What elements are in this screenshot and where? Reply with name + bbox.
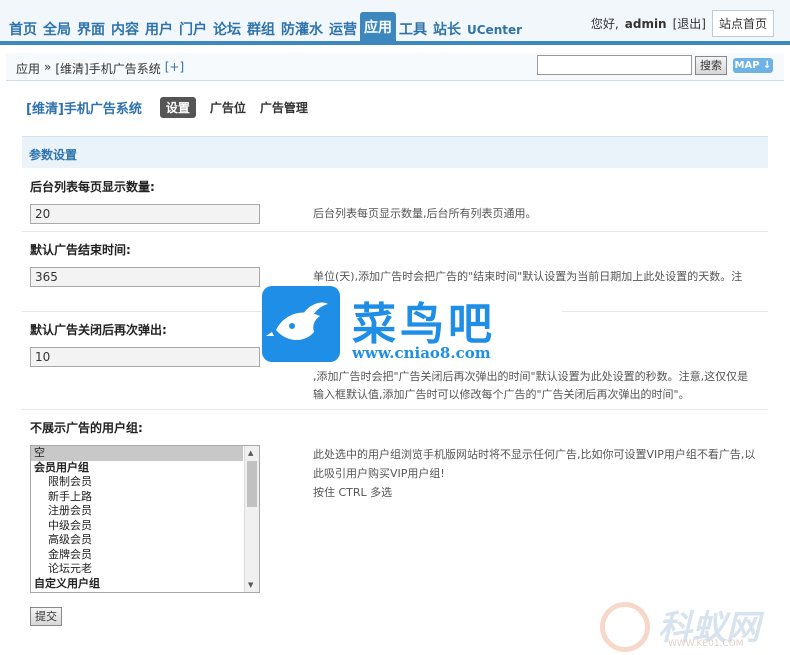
nav-operations[interactable]: 运营 [326, 20, 360, 41]
list-item[interactable]: 会员用户组 [31, 461, 259, 476]
nav-users[interactable]: 用户 [142, 20, 176, 41]
plugin-header: [维清]手机广告系统 设置 广告位 广告管理 [26, 97, 322, 118]
nav-ucenter[interactable]: UCenter [464, 20, 525, 41]
nav-portal[interactable]: 门户 [176, 20, 210, 41]
add-shortcut-link[interactable]: [+] [165, 60, 184, 77]
list-item[interactable]: 金牌会员 [31, 548, 259, 563]
hide-groups-label: 不展示广告的用户组: [30, 421, 143, 435]
hide-groups-desc-line1: 此处选中的用户组浏览手机版网站时将不显示任何广告,比如你可设置VIP用户组不看广… [313, 448, 756, 461]
nav-groups[interactable]: 群组 [244, 20, 278, 41]
breadcrumb: 应用 » [维清]手机广告系统 [+] [16, 60, 184, 77]
breadcrumb-root[interactable]: 应用 [16, 60, 40, 77]
end-time-desc-line1: 单位(天),添加广告时会把广告的"结束时间"默认设置为当前日期加上此处设置的天数… [313, 270, 743, 283]
nav-forum[interactable]: 论坛 [210, 20, 244, 41]
section-title: 参数设置 [29, 148, 78, 162]
main-nav: 首页 全局 界面 内容 用户 门户 论坛 群组 防灌水 运营 应用 工具 站长 … [6, 12, 525, 41]
reopen-desc-line2: 输入框默认值,添加广告时可以修改每个广告的"广告关闭后再次弹出的时间"。 [313, 388, 690, 401]
nav-interface[interactable]: 界面 [74, 20, 108, 41]
hide-groups-desc-line2: 此吸引用户购买VIP用户组! [313, 467, 445, 480]
plugin-title: [维清]手机广告系统 [26, 102, 142, 117]
bird-logo-icon [262, 286, 340, 362]
user-box: 您好, admin [退出] 站点首页 [591, 10, 774, 37]
list-item[interactable]: 自定义用户组 [31, 577, 259, 592]
list-item[interactable]: 限制会员 [31, 475, 259, 490]
nav-apps[interactable]: 应用 [360, 12, 396, 41]
end-time-field[interactable] [30, 267, 260, 287]
nav-webmaster[interactable]: 站长 [430, 20, 464, 41]
tab-ad-slots[interactable]: 广告位 [210, 99, 246, 116]
nav-tools[interactable]: 工具 [396, 20, 430, 41]
per-page-field[interactable] [30, 204, 260, 224]
search-button[interactable]: 搜索 [695, 56, 727, 75]
watermark-circle-icon [600, 602, 650, 652]
scroll-down-icon[interactable]: ▼ [248, 581, 253, 589]
per-page-label: 后台列表每页显示数量: [30, 180, 155, 194]
section-header: 参数设置 [22, 136, 768, 168]
listbox-scrollbar[interactable]: ▲ ▼ [244, 446, 259, 592]
end-time-label: 默认广告结束时间: [30, 243, 131, 257]
site-home-button[interactable]: 站点首页 [711, 10, 774, 37]
user-group-listbox[interactable]: 空 会员用户组 限制会员 新手上路 注册会员 中级会员 高级会员 金牌会员 论坛… [30, 445, 260, 593]
tab-settings[interactable]: 设置 [159, 97, 196, 118]
breadcrumb-bar: 应用 » [维清]手机广告系统 [+] 搜索 MAP ↓ [6, 53, 784, 81]
scroll-up-icon[interactable]: ▲ [248, 449, 253, 457]
search-input[interactable] [537, 55, 692, 75]
reopen-field[interactable] [30, 347, 260, 367]
nav-anti-spam[interactable]: 防灌水 [278, 20, 326, 41]
watermark-url2-text: WWW.KE01.COM [668, 639, 744, 649]
map-button[interactable]: MAP ↓ [733, 58, 773, 73]
nav-home[interactable]: 首页 [6, 20, 40, 41]
greeting-text: 您好, [590, 17, 619, 31]
per-page-desc: 后台列表每页显示数量,后台所有列表页通用。 [313, 207, 537, 220]
hide-groups-desc-line3: 按住 CTRL 多选 [313, 486, 393, 499]
reopen-label: 默认广告关闭后再次弹出: [30, 323, 167, 337]
breadcrumb-separator: » [44, 60, 52, 74]
list-item[interactable]: 论坛元老 [31, 562, 259, 577]
list-item[interactable]: 高级会员 [31, 533, 259, 548]
nav-content[interactable]: 内容 [108, 20, 142, 41]
watermark-url-text: www.cniao8.com [352, 344, 491, 362]
top-nav-bar: 首页 全局 界面 内容 用户 门户 论坛 群组 防灌水 运营 应用 工具 站长 … [0, 0, 790, 45]
tab-ad-management[interactable]: 广告管理 [260, 99, 308, 116]
logout-link[interactable]: [退出] [673, 15, 706, 32]
watermark-ke01: 科蚁网 WWW.KE01.COM [596, 598, 786, 653]
list-item[interactable]: 注册会员 [31, 504, 259, 519]
reopen-desc-line1: ,添加广告时会把"广告关闭后再次弹出的时间"默认设置为此处设置的秒数。注意,这仅… [313, 370, 749, 383]
list-item[interactable]: 中级会员 [31, 519, 259, 534]
list-item[interactable]: 空 [31, 446, 243, 461]
divider [22, 409, 768, 410]
scrollbar-thumb[interactable] [247, 461, 257, 507]
watermark-cniao8: 菜鸟吧 www.cniao8.com [262, 286, 562, 364]
username: admin [624, 16, 667, 31]
submit-button[interactable]: 提交 [30, 607, 62, 626]
breadcrumb-current: [维清]手机广告系统 [55, 62, 161, 76]
list-item[interactable]: 新手上路 [31, 490, 259, 505]
divider [22, 231, 768, 232]
nav-global[interactable]: 全局 [40, 20, 74, 41]
watermark-brand-text: 菜鸟吧 [352, 299, 496, 350]
